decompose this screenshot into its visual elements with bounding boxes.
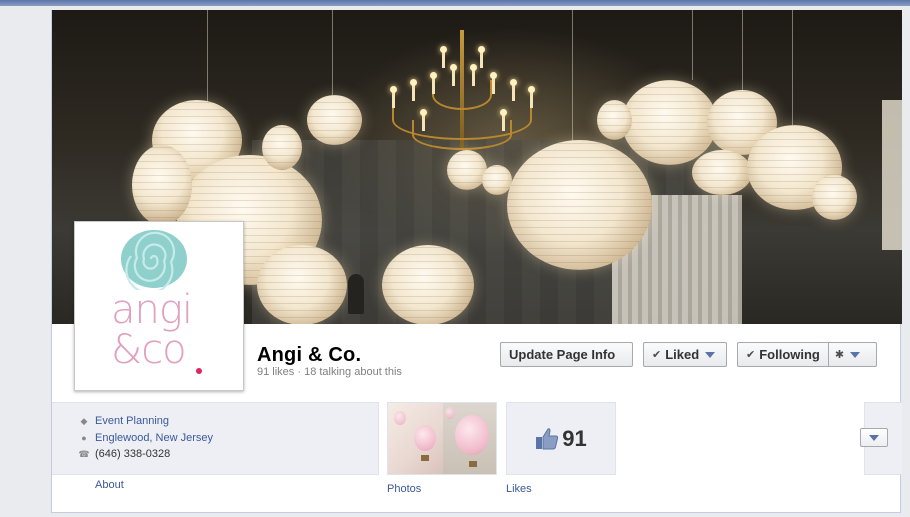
paper-lantern — [307, 95, 362, 145]
page-stats: 91 likes · 18 talking about this — [257, 366, 402, 378]
likes-count: 91 — [562, 425, 587, 451]
map-pin-icon: ● — [81, 433, 87, 443]
logo-line-1: angi — [111, 287, 193, 333]
lantern-string — [332, 10, 333, 100]
update-page-info-button[interactable]: Update Page Info — [500, 342, 633, 367]
likes-tile[interactable]: 91 — [506, 402, 616, 475]
paper-lantern — [692, 150, 752, 195]
gear-icon: ✱ — [834, 349, 845, 361]
chevron-down-icon — [850, 351, 861, 358]
about-box: ◆ Event Planning ● Englewood, New Jersey… — [52, 402, 379, 475]
paper-lantern — [482, 165, 512, 195]
about-location: ● Englewood, New Jersey — [78, 432, 213, 444]
top-bar-strip — [0, 0, 910, 6]
logo-line-2: &co — [111, 327, 187, 373]
liked-button[interactable]: ✔ Liked — [643, 342, 727, 367]
phone-number: (646) 338-0328 — [95, 448, 171, 460]
settings-dropdown[interactable]: ✱ — [829, 348, 866, 361]
paper-lantern — [507, 140, 652, 270]
photos-tile[interactable] — [387, 402, 497, 475]
page-timeline: angi &co Angi & Co. 91 likes · 18 talkin… — [51, 10, 902, 513]
cover-window — [882, 100, 902, 250]
chevron-down-icon — [705, 351, 716, 358]
paper-lantern — [132, 145, 192, 225]
profile-picture[interactable]: angi &co — [74, 221, 244, 391]
about-phone: ☎ (646) 338-0328 — [78, 448, 170, 460]
lantern-string — [742, 10, 743, 90]
following-button[interactable]: ✔ Following ✱ — [737, 342, 877, 367]
logo-swirl-icon — [121, 230, 187, 290]
paper-lantern — [812, 175, 857, 220]
update-page-info-label: Update Page Info — [509, 347, 616, 362]
photo-thumbnail — [443, 403, 496, 474]
paper-lantern — [447, 150, 487, 190]
paper-lantern — [597, 100, 632, 140]
liked-label: Liked — [665, 347, 700, 362]
chevron-down-icon — [869, 434, 879, 441]
logo-wordmark: angi &co — [111, 290, 211, 370]
about-category: ◆ Event Planning — [78, 415, 169, 427]
tag-icon: ◆ — [80, 415, 88, 426]
cover-person-silhouette — [348, 274, 364, 314]
lantern-string — [692, 10, 693, 80]
paper-lantern — [382, 245, 474, 324]
likes-label[interactable]: Likes — [506, 483, 532, 495]
page-title[interactable]: Angi & Co. — [257, 344, 361, 367]
following-label: Following — [759, 347, 820, 362]
paper-lantern — [262, 125, 302, 170]
location-link[interactable]: Englewood, New Jersey — [95, 432, 213, 444]
thumbs-up-icon — [536, 427, 559, 449]
photos-label[interactable]: Photos — [387, 483, 421, 495]
paper-lantern — [257, 245, 347, 324]
about-link[interactable]: About — [95, 479, 124, 491]
check-icon: ✔ — [746, 349, 756, 361]
more-apps-button[interactable] — [860, 428, 888, 447]
phone-icon: ☎ — [78, 448, 90, 459]
category-link[interactable]: Event Planning — [95, 415, 169, 427]
check-icon: ✔ — [652, 349, 662, 361]
photo-thumbnail — [388, 403, 443, 474]
paper-lantern — [622, 80, 717, 165]
lantern-string — [792, 10, 793, 130]
logo-dot — [196, 368, 202, 374]
